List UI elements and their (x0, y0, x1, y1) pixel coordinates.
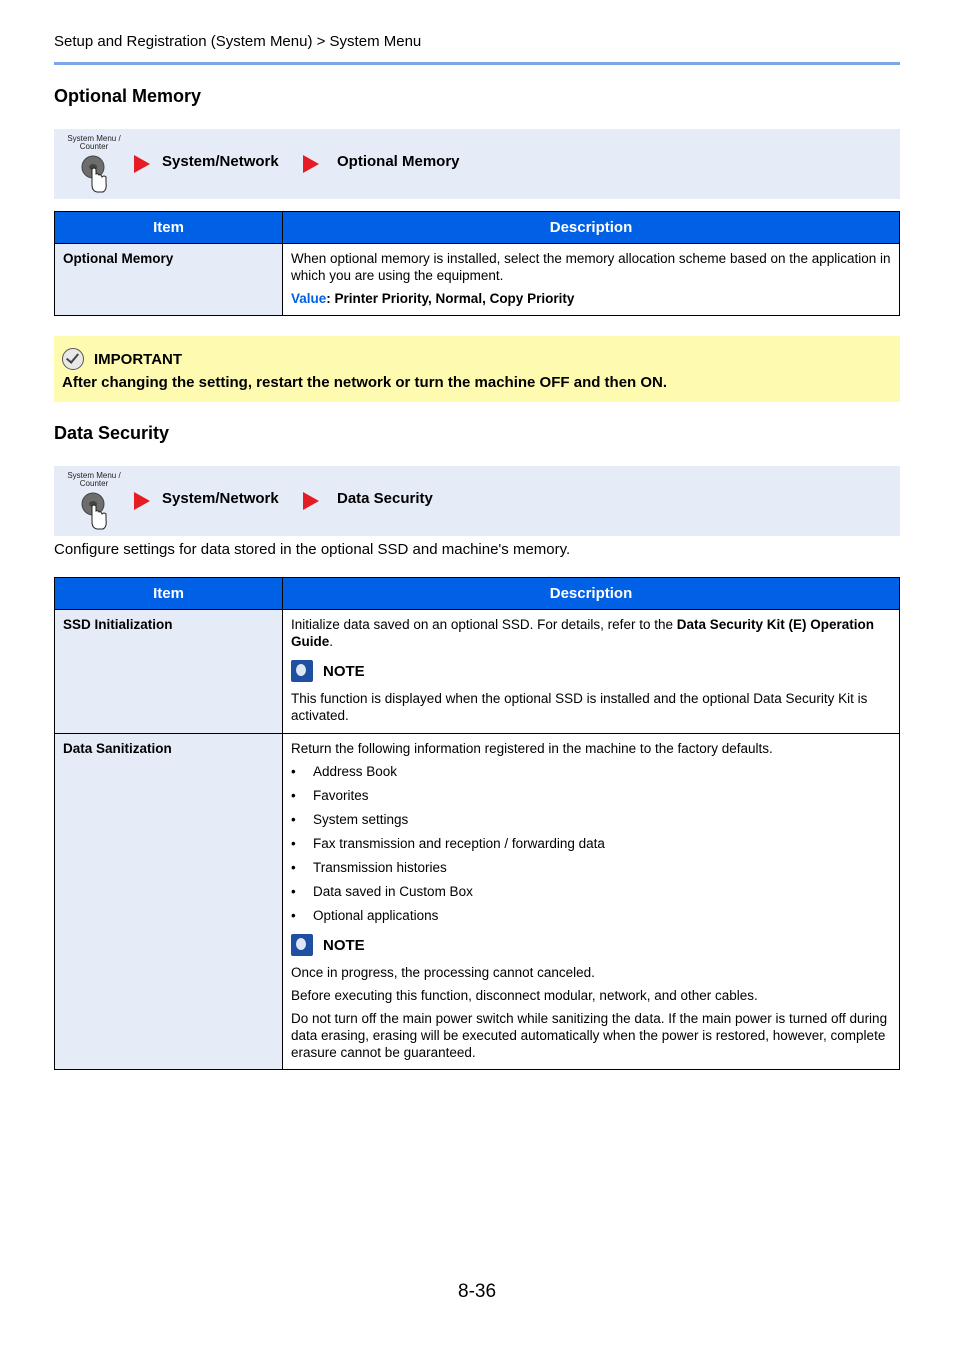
description-text: When optional memory is installed, selec… (291, 251, 891, 283)
description-cell: Initialize data saved on an optional SSD… (282, 609, 900, 734)
nav-path-data-security: System Menu / Counter System/Network Dat… (54, 466, 900, 536)
description-cell: When optional memory is installed, selec… (282, 243, 900, 316)
note-lightbulb-icon (291, 934, 313, 956)
description-text: Initialize data saved on an optional SSD… (291, 616, 891, 650)
nav-arrow-icon (303, 155, 319, 173)
nav-arrow-icon (134, 492, 150, 510)
note-text: Once in progress, the processing cannot … (291, 965, 595, 980)
important-text: After changing the setting, restart the … (62, 374, 668, 391)
key-label-line2: Counter (79, 142, 109, 151)
item-cell: Data Sanitization (54, 733, 283, 1070)
nav-step-optional-memory: Optional Memory (337, 153, 460, 170)
note-label: NOTE (323, 936, 365, 954)
reset-items-list: Address Book Favorites System settings F… (291, 763, 891, 924)
nav-step-system-network: System/Network (162, 153, 279, 170)
value-options: : Printer Priority, Normal, Copy Priorit… (326, 291, 575, 306)
data-security-table: Item Description SSD Initialization Init… (54, 577, 900, 1070)
note-header: NOTE (291, 934, 891, 956)
table-header-row: Item Description (54, 211, 900, 244)
note-text: This function is displayed when the opti… (291, 691, 868, 723)
table-row: Optional Memory When optional memory is … (54, 243, 900, 316)
nav-path-optional-memory: System Menu / Counter System/Network Opt… (54, 129, 900, 199)
list-item: Fax transmission and reception / forward… (291, 835, 891, 852)
list-item: System settings (291, 811, 891, 828)
description-text: Return the following information registe… (291, 741, 773, 756)
nav-arrow-icon (134, 155, 150, 173)
list-item: Optional applications (291, 907, 891, 924)
list-item: Data saved in Custom Box (291, 883, 891, 900)
nav-step-data-security: Data Security (337, 490, 433, 507)
nav-arrow-icon (303, 492, 319, 510)
description-cell: Return the following information registe… (282, 733, 900, 1070)
column-header-description: Description (282, 577, 900, 610)
optional-memory-table: Item Description Optional Memory When op… (54, 211, 900, 316)
page-number: 8-36 (458, 1281, 497, 1302)
section-title-optional-memory: Optional Memory (54, 86, 202, 106)
value-line: Value: Printer Priority, Normal, Copy Pr… (291, 290, 891, 307)
column-header-item: Item (54, 577, 283, 610)
check-circle-icon (62, 348, 84, 370)
description-text-part: . (329, 634, 334, 649)
system-menu-key-label: System Menu / Counter (58, 135, 130, 151)
important-callout: IMPORTANT After changing the setting, re… (54, 336, 900, 402)
column-header-item: Item (54, 211, 283, 244)
page-header-breadcrumb: Setup and Registration (System Menu) > S… (54, 33, 422, 50)
table-header-row: Item Description (54, 577, 900, 610)
list-item: Transmission histories (291, 859, 891, 876)
description-text-part: Initialize data saved on an optional SSD… (291, 617, 677, 632)
item-cell: SSD Initialization (54, 609, 283, 734)
system-menu-key-label: System Menu / Counter (58, 472, 130, 488)
nav-step-system-network: System/Network (162, 490, 279, 507)
header-divider (54, 62, 900, 65)
item-cell: Optional Memory (54, 243, 283, 316)
important-label: IMPORTANT (94, 350, 183, 368)
table-row: Data Sanitization Return the following i… (54, 733, 900, 1070)
data-security-intro: Configure settings for data stored in th… (54, 541, 571, 558)
key-label-line2: Counter (79, 479, 109, 488)
note-label: NOTE (323, 662, 365, 680)
note-text: Before executing this function, disconne… (291, 988, 758, 1003)
system-menu-key-press-icon (81, 155, 107, 193)
value-label: Value (291, 291, 327, 306)
section-title-data-security: Data Security (54, 423, 170, 443)
important-header: IMPORTANT (62, 348, 182, 370)
column-header-description: Description (282, 211, 900, 244)
note-header: NOTE (291, 660, 891, 682)
list-item: Favorites (291, 787, 891, 804)
system-menu-key-press-icon (81, 492, 107, 530)
note-lightbulb-icon (291, 660, 313, 682)
table-row: SSD Initialization Initialize data saved… (54, 609, 900, 734)
list-item: Address Book (291, 763, 891, 780)
note-text: Do not turn off the main power switch wh… (291, 1011, 888, 1060)
